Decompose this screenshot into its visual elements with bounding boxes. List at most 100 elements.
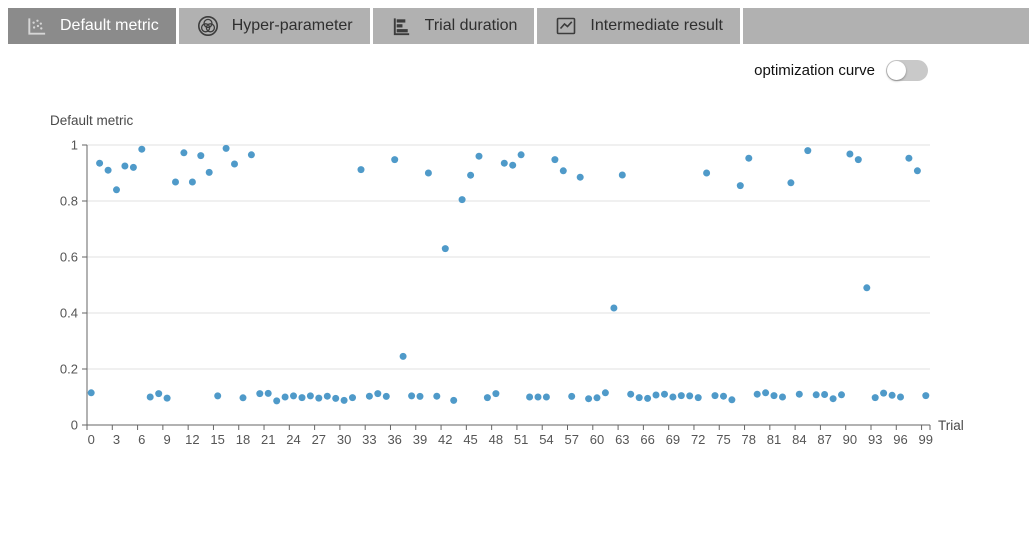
scatter-point[interactable] <box>467 171 475 179</box>
scatter-point[interactable] <box>888 391 896 399</box>
scatter-point[interactable] <box>905 154 913 162</box>
scatter-point[interactable] <box>787 179 795 187</box>
scatter-point[interactable] <box>214 392 222 400</box>
scatter-point[interactable] <box>720 392 727 400</box>
scatter-point[interactable] <box>871 394 879 402</box>
scatter-point[interactable] <box>610 304 618 312</box>
scatter-point[interactable] <box>121 162 129 170</box>
scatter-point[interactable] <box>517 151 525 159</box>
scatter-point[interactable] <box>618 171 626 179</box>
scatter-point[interactable] <box>231 160 238 168</box>
scatter-point[interactable] <box>424 169 432 177</box>
scatter-point[interactable] <box>155 390 163 398</box>
scatter-point[interactable] <box>838 391 845 399</box>
scatter-point[interactable] <box>357 166 365 174</box>
scatter-point[interactable] <box>897 393 904 401</box>
scatter-point[interactable] <box>264 389 272 397</box>
scatter-point[interactable] <box>138 145 146 153</box>
scatter-point[interactable] <box>753 390 761 398</box>
scatter-point[interactable] <box>146 393 154 401</box>
scatter-point[interactable] <box>188 178 196 186</box>
scatter-point[interactable] <box>795 390 803 398</box>
scatter-point[interactable] <box>113 186 120 194</box>
scatter-point[interactable] <box>475 152 483 160</box>
tab-intermediate-result[interactable]: Intermediate result <box>537 8 740 44</box>
scatter-point[interactable] <box>349 394 356 402</box>
scatter-point[interactable] <box>652 391 660 399</box>
scatter-point[interactable] <box>509 161 517 169</box>
scatter-point[interactable] <box>762 389 770 397</box>
scatter-point[interactable] <box>492 390 500 398</box>
scatter-point[interactable] <box>441 245 449 253</box>
scatter-point[interactable] <box>913 167 921 175</box>
scatter-point[interactable] <box>273 397 281 405</box>
scatter-point[interactable] <box>686 392 694 400</box>
scatter-point[interactable] <box>306 392 314 400</box>
scatter-point[interactable] <box>222 144 230 152</box>
scatter-point[interactable] <box>290 392 297 400</box>
scatter-point[interactable] <box>205 168 213 176</box>
scatter-point[interactable] <box>821 391 829 398</box>
scatter-point[interactable] <box>247 151 255 159</box>
scatter-point[interactable] <box>677 392 685 400</box>
scatter-point[interactable] <box>711 392 719 400</box>
scatter-point[interactable] <box>846 150 854 158</box>
scatter-point[interactable] <box>450 396 458 404</box>
scatter-point[interactable] <box>340 396 348 404</box>
scatter-point[interactable] <box>281 393 289 401</box>
scatter-point[interactable] <box>542 393 550 401</box>
scatter-point[interactable] <box>576 173 584 181</box>
scatter-point[interactable] <box>669 393 677 401</box>
scatter-point[interactable] <box>87 389 95 397</box>
scatter-point[interactable] <box>728 396 736 404</box>
scatter-point[interactable] <box>256 390 264 398</box>
scatter-point[interactable] <box>104 166 112 174</box>
scatter-point[interactable] <box>458 196 466 204</box>
scatter-point[interactable] <box>298 394 306 402</box>
scatter-point[interactable] <box>365 392 373 400</box>
optimization-curve-toggle[interactable] <box>886 60 928 81</box>
scatter-point[interactable] <box>408 392 416 400</box>
scatter-point[interactable] <box>770 392 778 400</box>
scatter-point[interactable] <box>922 392 930 400</box>
scatter-point[interactable] <box>880 389 888 397</box>
scatter-point[interactable] <box>551 156 559 164</box>
scatter-point[interactable] <box>315 394 323 402</box>
scatter-point[interactable] <box>812 391 820 399</box>
scatter-point[interactable] <box>416 392 424 400</box>
scatter-point[interactable] <box>483 394 491 402</box>
scatter-point[interactable] <box>129 163 137 171</box>
scatter-point[interactable] <box>180 149 188 157</box>
scatter-point[interactable] <box>854 156 862 164</box>
tab-hyper-parameter[interactable]: Hyper-parameter <box>178 8 370 44</box>
scatter-point[interactable] <box>163 394 171 402</box>
scatter-point[interactable] <box>644 394 652 402</box>
scatter-point[interactable] <box>661 390 668 398</box>
scatter-point[interactable] <box>374 390 382 398</box>
scatter-point[interactable] <box>568 392 576 400</box>
scatter-point[interactable] <box>500 159 508 167</box>
scatter-point[interactable] <box>526 393 534 401</box>
scatter-point[interactable] <box>197 152 205 160</box>
scatter-point[interactable] <box>829 395 837 403</box>
tab-default-metric[interactable]: Default metric <box>8 8 176 44</box>
scatter-point[interactable] <box>703 169 711 177</box>
scatter-point[interactable] <box>534 393 542 401</box>
scatter-point[interactable] <box>382 392 390 400</box>
scatter-point[interactable] <box>593 394 601 402</box>
scatter-point[interactable] <box>694 394 702 402</box>
scatter-point[interactable] <box>779 393 786 401</box>
scatter-point[interactable] <box>332 394 340 402</box>
scatter-point[interactable] <box>863 284 871 292</box>
scatter-point[interactable] <box>635 394 643 402</box>
scatter-point[interactable] <box>601 389 609 397</box>
scatter-point[interactable] <box>323 392 331 400</box>
scatter-point[interactable] <box>391 156 399 164</box>
tab-trial-duration[interactable]: Trial duration <box>372 8 535 44</box>
scatter-point[interactable] <box>559 167 567 175</box>
scatter-point[interactable] <box>804 147 812 155</box>
scatter-point[interactable] <box>96 159 104 167</box>
scatter-point[interactable] <box>172 178 179 186</box>
scatter-point[interactable] <box>433 392 441 400</box>
scatter-point[interactable] <box>627 390 635 398</box>
